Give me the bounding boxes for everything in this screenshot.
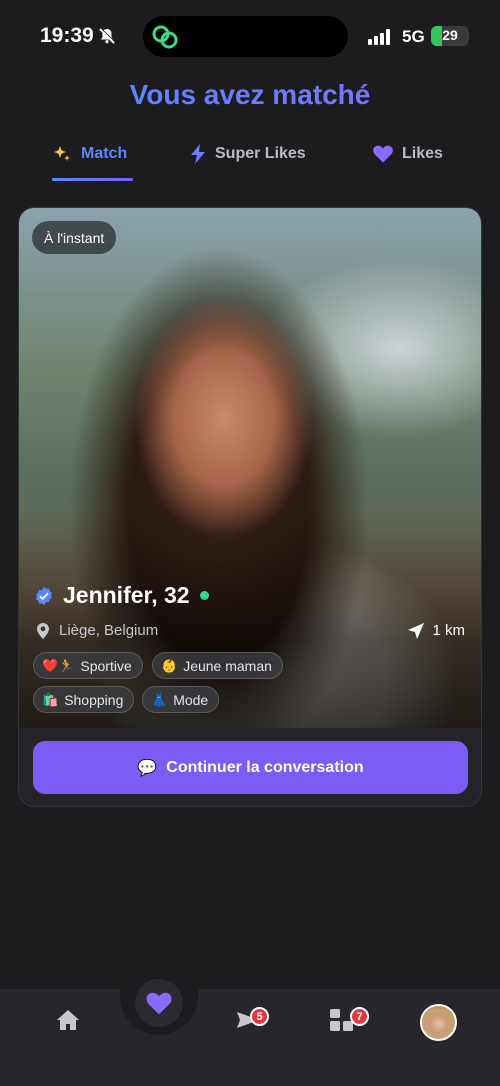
match-card[interactable]: À l'instant Jennifer, 32 Liège, Belgium … bbox=[18, 207, 482, 807]
tab-match[interactable]: Match bbox=[52, 143, 127, 165]
tag-label: Sportive bbox=[80, 657, 132, 674]
bottom-nav: 5 7 bbox=[0, 967, 500, 1086]
bolt-icon bbox=[190, 144, 206, 164]
grid-badge: 7 bbox=[350, 1007, 369, 1026]
distance-text: 1 km bbox=[432, 622, 465, 639]
tab-likes-label: Likes bbox=[402, 145, 443, 162]
location-pin-icon bbox=[37, 622, 49, 639]
navigation-arrow-icon bbox=[408, 622, 425, 639]
online-indicator bbox=[199, 591, 209, 600]
app-logo-icon bbox=[151, 24, 179, 55]
interest-tag: ❤️🏃 Sportive bbox=[33, 652, 143, 679]
signal-icon bbox=[368, 29, 392, 50]
tag-label: Shopping bbox=[64, 691, 124, 708]
interest-tag: 👗 Mode bbox=[142, 686, 220, 713]
location-text: Liège, Belgium bbox=[59, 622, 159, 639]
tag-emoji: ❤️🏃 bbox=[42, 657, 75, 673]
tab-super-likes[interactable]: Super Likes bbox=[190, 143, 306, 165]
heart-icon bbox=[146, 992, 172, 1014]
interest-tag: 👶 Jeune maman bbox=[152, 652, 283, 679]
network-label: 5G bbox=[402, 27, 425, 46]
sparkles-icon bbox=[52, 144, 72, 164]
messages-badge: 5 bbox=[250, 1007, 269, 1026]
tab-likes[interactable]: Likes bbox=[373, 143, 443, 165]
profile-avatar[interactable] bbox=[420, 1004, 457, 1041]
heart-icon bbox=[373, 145, 393, 163]
profile-name-row: Jennifer, 32 bbox=[35, 582, 209, 609]
interest-tag: 🛍️ Shopping bbox=[33, 686, 135, 713]
active-tab-indicator bbox=[52, 178, 133, 181]
time-badge: À l'instant bbox=[32, 221, 117, 254]
tag-emoji: 🛍️ bbox=[42, 691, 59, 707]
tag-emoji: 👗 bbox=[151, 691, 168, 707]
battery-indicator: 29 bbox=[431, 26, 469, 46]
status-bar: 19:39 5G 29 bbox=[0, 0, 500, 74]
continue-conversation-label: Continuer la conversation bbox=[166, 758, 364, 776]
battery-percent: 29 bbox=[442, 27, 458, 43]
verified-badge-icon bbox=[36, 586, 52, 605]
bell-muted-icon bbox=[98, 27, 116, 50]
status-time: 19:39 bbox=[40, 24, 94, 47]
tag-label: Jeune maman bbox=[183, 657, 272, 674]
location-row: Liège, Belgium bbox=[37, 622, 158, 639]
continue-conversation-button[interactable]: 💬 Continuer la conversation bbox=[33, 741, 468, 794]
speech-bubble-icon: 💬 bbox=[137, 759, 158, 777]
tab-match-label: Match bbox=[81, 145, 128, 162]
tag-label: Mode bbox=[173, 691, 209, 708]
nav-matches-button[interactable] bbox=[135, 979, 183, 1027]
home-icon[interactable] bbox=[56, 1009, 80, 1036]
tab-super-likes-label: Super Likes bbox=[215, 145, 306, 162]
distance-row: 1 km bbox=[408, 622, 465, 639]
profile-name: Jennifer, 32 bbox=[63, 582, 190, 608]
tag-emoji: 👶 bbox=[161, 657, 178, 673]
page-title: Vous avez matché bbox=[0, 79, 500, 111]
